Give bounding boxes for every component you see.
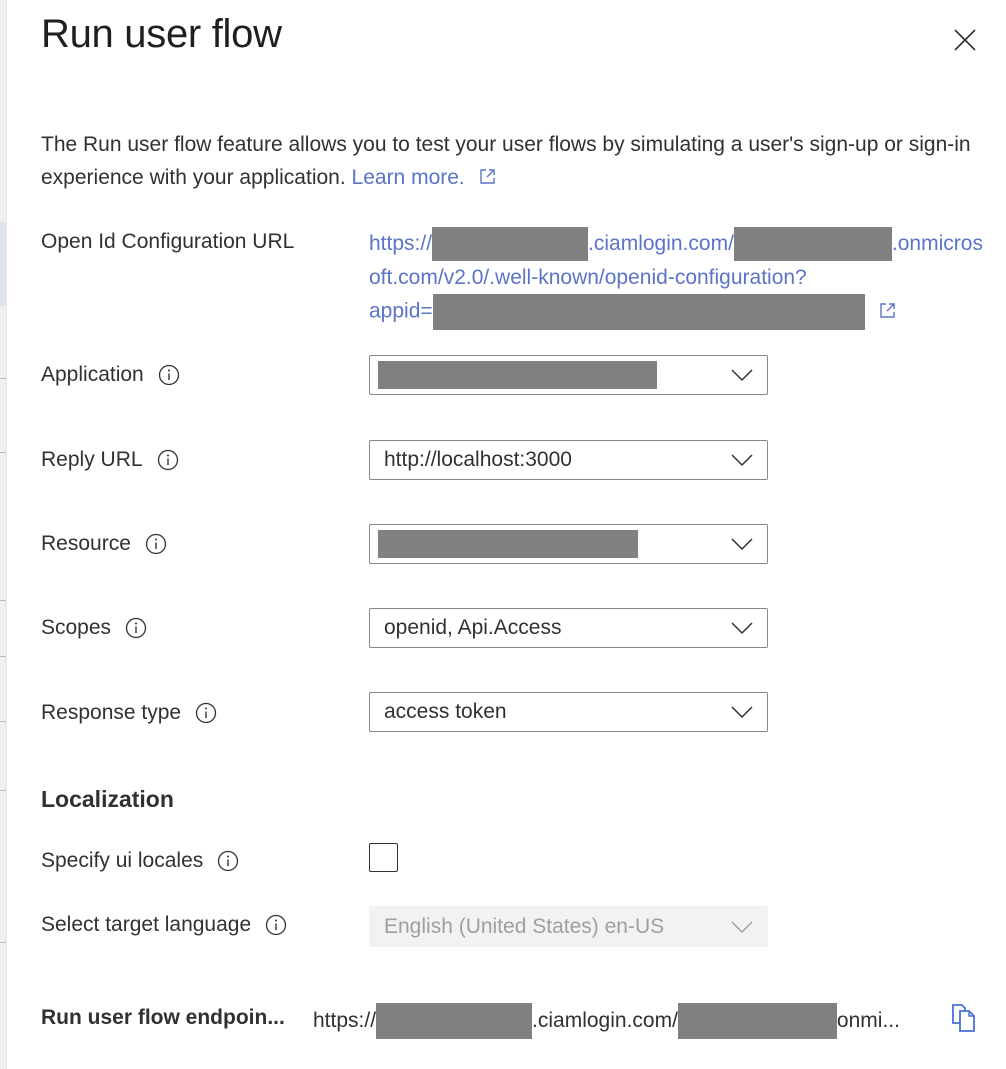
redacted-block xyxy=(378,530,638,558)
resource-label-text: Resource xyxy=(41,532,131,555)
divider xyxy=(0,790,6,791)
info-icon[interactable] xyxy=(157,449,179,471)
info-icon[interactable] xyxy=(158,364,180,386)
close-button[interactable] xyxy=(951,26,979,54)
divider xyxy=(0,721,6,722)
scopes-dropdown[interactable]: openid, Api.Access xyxy=(369,608,768,648)
divider xyxy=(0,942,6,943)
divider xyxy=(0,378,6,379)
specify-ui-locales-checkbox[interactable] xyxy=(369,843,398,872)
info-icon[interactable] xyxy=(125,617,147,639)
reply-url-dropdown[interactable]: http://localhost:3000 xyxy=(369,440,768,480)
url-segment: appid= xyxy=(369,300,433,323)
redacted-block xyxy=(677,1003,837,1039)
chevron-down-icon xyxy=(731,622,753,635)
divider xyxy=(0,656,6,657)
url-segment: onmi... xyxy=(836,1009,900,1032)
url-segment: https:// xyxy=(313,1009,377,1032)
redacted-block xyxy=(432,294,865,331)
scopes-value: openid, Api.Access xyxy=(384,616,562,639)
response-type-label-text: Response type xyxy=(41,701,182,724)
openid-config-url-label-text: Open Id Configuration URL xyxy=(41,230,295,253)
background-blade xyxy=(0,0,7,1069)
resource-label: Resource xyxy=(41,532,167,556)
target-language-value: English (United States) en-US xyxy=(384,914,665,938)
application-label-text: Application xyxy=(41,363,144,386)
divider xyxy=(0,600,6,601)
run-user-flow-endpoint-label: Run user flow endpoin... xyxy=(41,1006,285,1029)
redacted-block xyxy=(733,227,892,262)
copy-icon xyxy=(952,1004,975,1032)
url-segment: .ciamlogin.com/ xyxy=(588,232,734,255)
reply-url-label: Reply URL xyxy=(41,448,179,472)
url-segment: https:// xyxy=(369,232,433,255)
reply-url-value: http://localhost:3000 xyxy=(384,448,572,471)
redacted-block xyxy=(376,1003,533,1039)
scopes-label-text: Scopes xyxy=(41,616,112,639)
external-link-icon[interactable] xyxy=(879,296,896,329)
url-segment: .ciamlogin.com/ xyxy=(532,1009,678,1032)
redacted-block xyxy=(378,361,657,389)
info-icon[interactable] xyxy=(265,914,287,936)
chevron-down-icon xyxy=(731,538,753,551)
external-link-icon[interactable] xyxy=(479,162,496,195)
openid-config-url-link[interactable]: https://.ciamlogin.com/.onmicrosoft.com/… xyxy=(369,227,994,331)
description-text: The Run user flow feature allows you to … xyxy=(41,133,971,189)
application-label: Application xyxy=(41,363,180,387)
response-type-label: Response type xyxy=(41,701,217,725)
response-type-value: access token xyxy=(384,700,507,723)
info-icon[interactable] xyxy=(195,702,217,724)
run-user-flow-panel: Run user flow The Run user flow feature … xyxy=(7,0,1006,1069)
target-language-dropdown: English (United States) en-US xyxy=(369,906,768,947)
redacted-block xyxy=(432,227,589,262)
specify-ui-locales-label-text: Specify ui locales xyxy=(41,849,204,872)
chevron-down-icon xyxy=(731,454,753,467)
chevron-down-icon xyxy=(731,369,753,382)
close-icon xyxy=(954,29,976,51)
info-icon[interactable] xyxy=(217,850,239,872)
target-language-label: Select target language xyxy=(41,913,287,937)
panel-title: Run user flow xyxy=(41,12,282,56)
chevron-down-icon xyxy=(731,920,753,933)
openid-config-url-label: Open Id Configuration URL xyxy=(41,230,294,254)
info-icon[interactable] xyxy=(145,533,167,555)
copy-button[interactable] xyxy=(951,1003,979,1033)
specify-ui-locales-label: Specify ui locales xyxy=(41,849,239,873)
background-selected-row xyxy=(0,222,6,306)
response-type-dropdown[interactable]: access token xyxy=(369,692,768,732)
learn-more-link[interactable]: Learn more. xyxy=(352,166,465,189)
chevron-down-icon xyxy=(731,706,753,719)
application-dropdown[interactable] xyxy=(369,355,768,395)
description: The Run user flow feature allows you to … xyxy=(41,128,981,195)
target-language-label-text: Select target language xyxy=(41,913,252,936)
localization-heading: Localization xyxy=(41,786,174,812)
reply-url-label-text: Reply URL xyxy=(41,448,143,471)
run-user-flow-endpoint-value: https:// .ciamlogin.com/onmi... xyxy=(313,1003,900,1039)
scopes-label: Scopes xyxy=(41,616,147,640)
divider xyxy=(0,452,6,453)
application-value xyxy=(378,361,731,389)
resource-value xyxy=(378,530,731,558)
resource-dropdown[interactable] xyxy=(369,524,768,564)
